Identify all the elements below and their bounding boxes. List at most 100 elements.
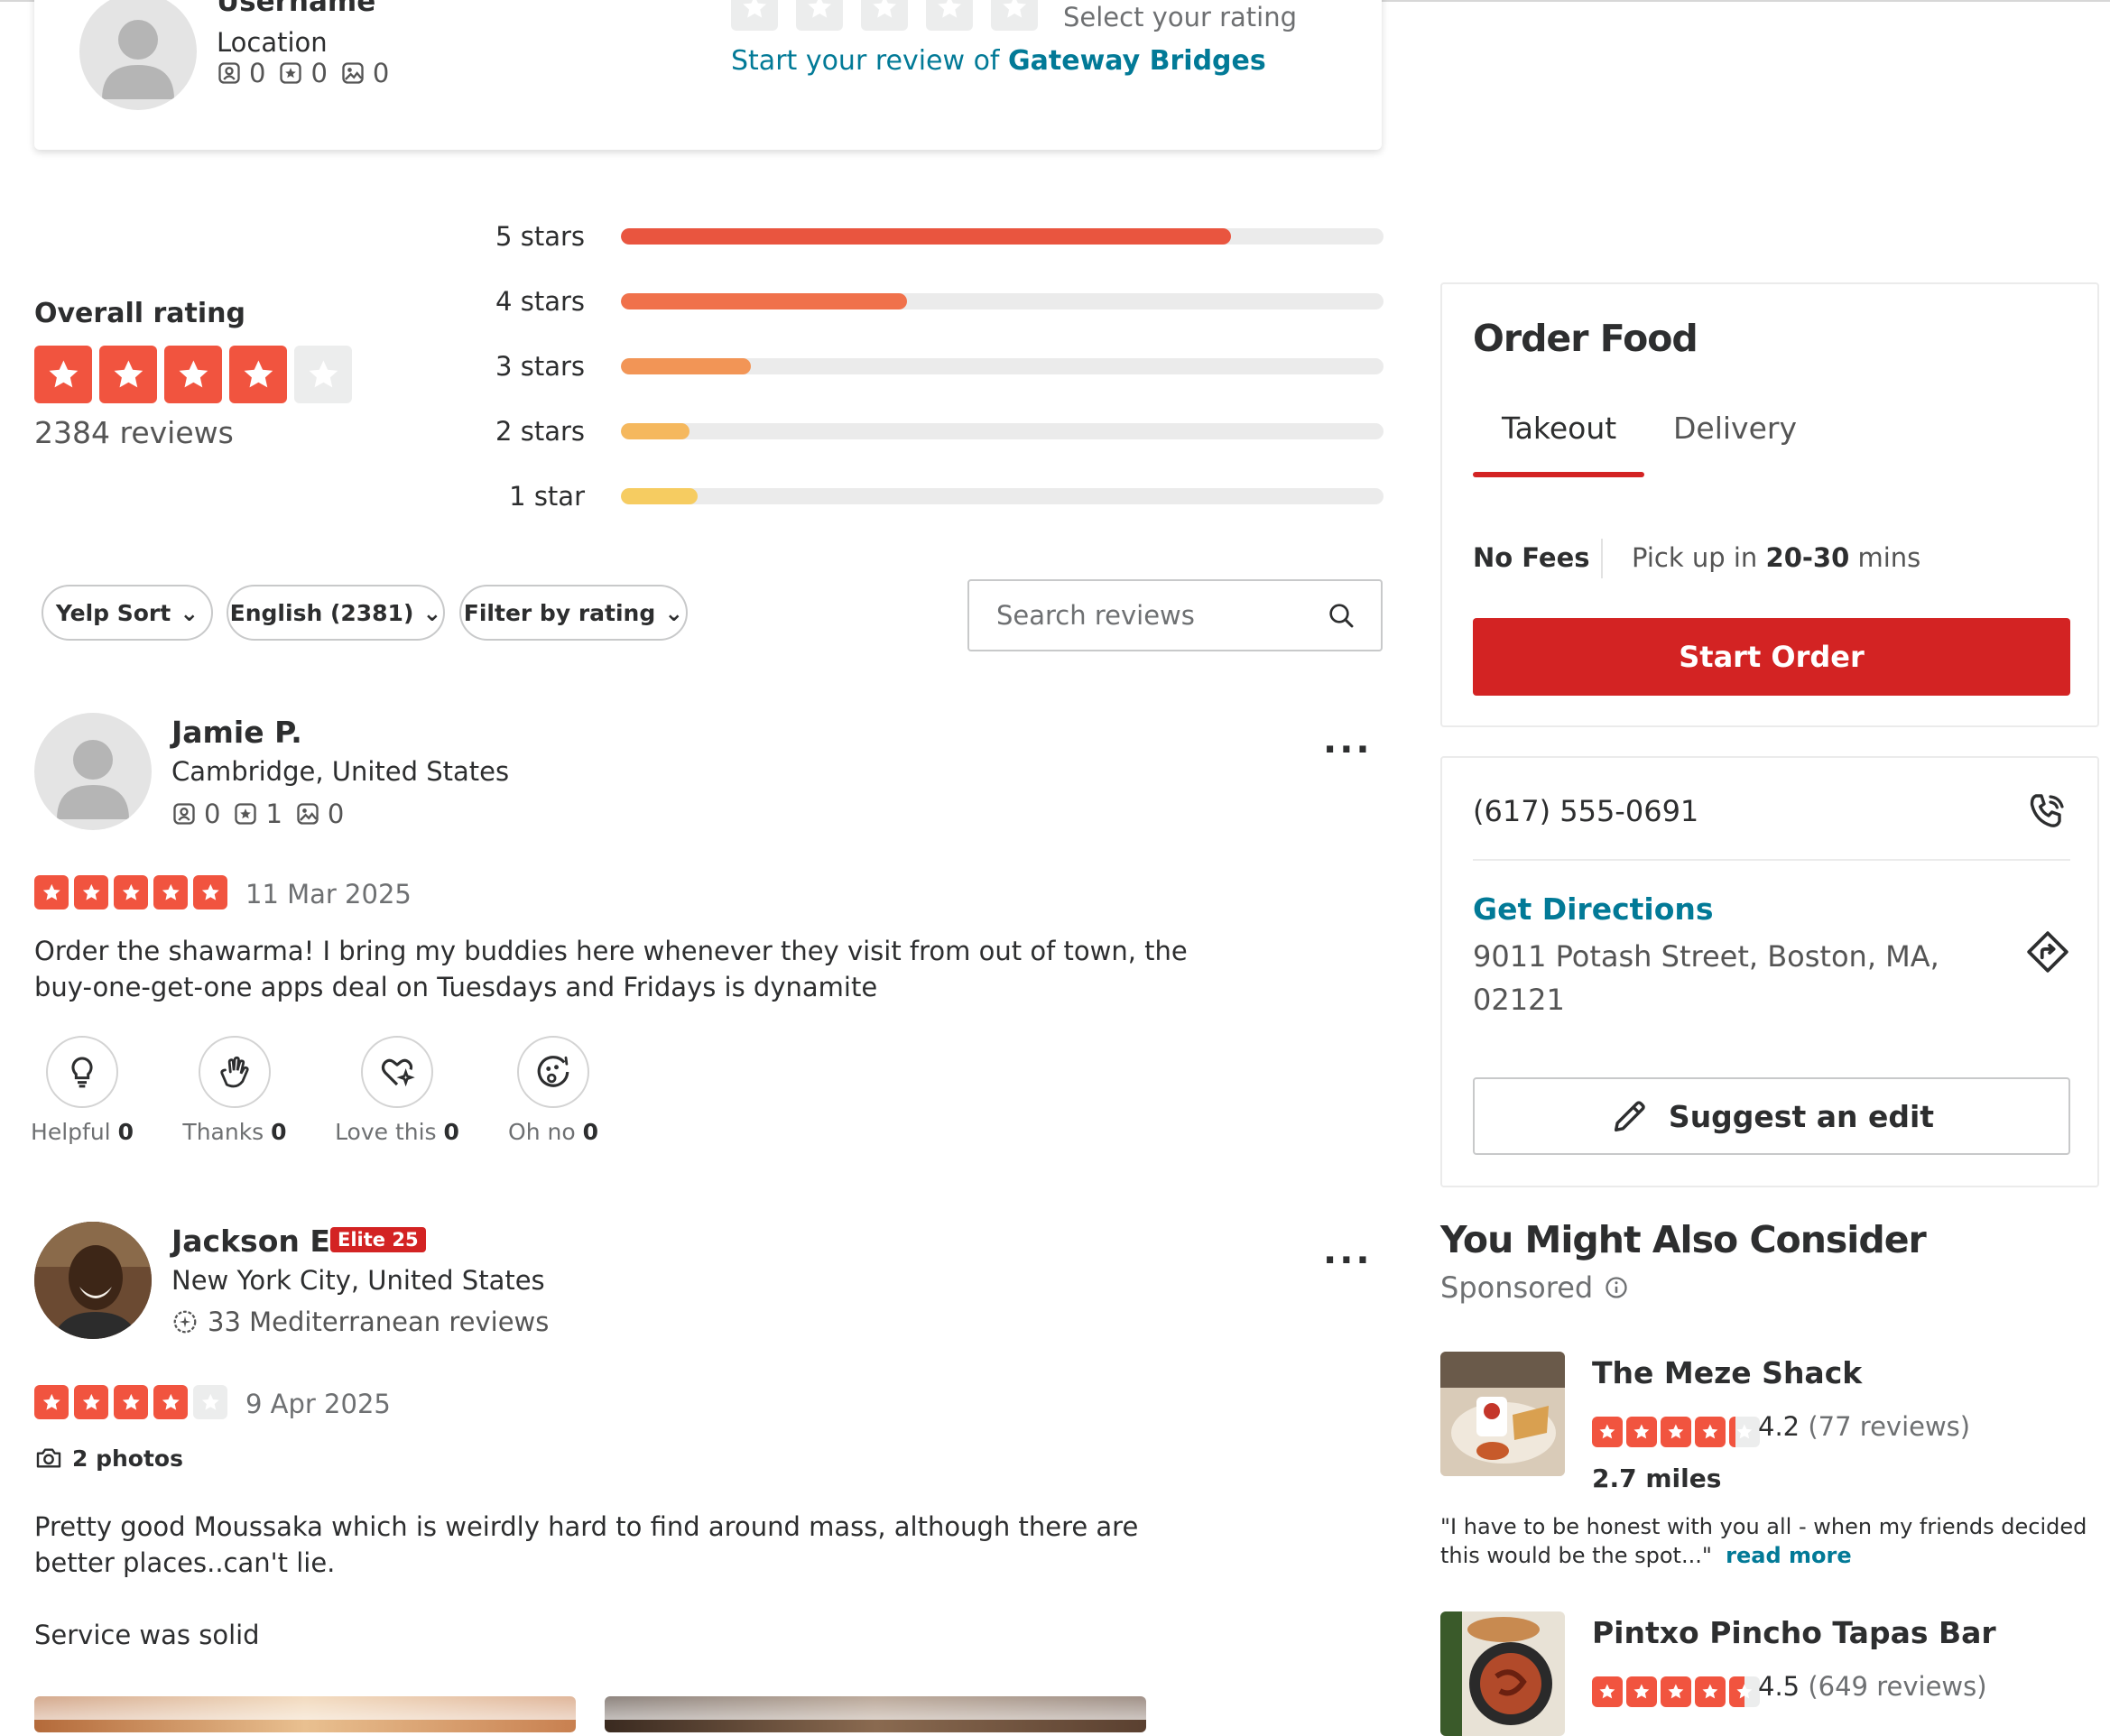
overall-stars (34, 346, 352, 403)
business-name[interactable]: Pintxo Pincho Tapas Bar (1592, 1615, 1996, 1650)
divider (1601, 539, 1603, 578)
rating-filter-dropdown[interactable]: Filter by rating ⌄ (459, 585, 688, 641)
star-icon (229, 346, 287, 403)
histogram-label: 1 star (509, 481, 585, 512)
star-icon (34, 346, 92, 403)
star-icon (1729, 1417, 1760, 1447)
shocked-face-icon (537, 1056, 569, 1087)
star-icon (34, 1385, 69, 1419)
rating-selector[interactable] (731, 0, 1038, 31)
reviewer-avatar[interactable] (34, 1222, 152, 1339)
star-icon (1592, 1417, 1623, 1447)
star-icon[interactable] (991, 0, 1038, 31)
chevron-down-icon: ⌄ (180, 599, 199, 626)
avatar (79, 0, 197, 110)
more-options-icon[interactable]: ··· (1323, 1240, 1373, 1281)
business-info-card: (617) 555-0691 Get Directions 9011 Potas… (1440, 756, 2099, 1187)
clapping-hands-icon (220, 1056, 249, 1088)
histogram-bar-fill (621, 423, 690, 439)
star-icon (1626, 1417, 1657, 1447)
business-thumbnail[interactable] (1440, 1611, 1565, 1736)
select-rating-label: Select your rating (1063, 2, 1298, 32)
more-options-icon[interactable]: ··· (1323, 729, 1373, 771)
histogram-bar (621, 358, 1384, 374)
reviewer-avatar[interactable] (34, 713, 152, 830)
reviewer-name[interactable]: Jamie P. (171, 715, 302, 750)
thanks-reaction[interactable]: Thanks 0 (180, 1036, 289, 1145)
histogram-row: 5 stars (486, 221, 1384, 252)
star-icon (1729, 1676, 1760, 1707)
camera-icon (36, 1448, 61, 1468)
business-thumbnail[interactable] (1440, 1352, 1565, 1476)
star-icon (153, 1385, 188, 1419)
star-icon (114, 875, 148, 910)
star-icon (1695, 1676, 1726, 1707)
histogram-row: 4 stars (486, 286, 1384, 317)
start-review-link[interactable]: Start your review of Gateway Bridges (731, 45, 1266, 77)
elite-badge: Elite 25 (330, 1227, 426, 1252)
phone-icon[interactable] (2025, 790, 2068, 834)
order-food-card: Order Food Takeout Delivery No Fees Pick… (1440, 282, 2099, 727)
photos-link[interactable]: 2 photos (34, 1444, 183, 1473)
histogram-label: 5 stars (495, 221, 585, 252)
review-count: 2384 reviews (34, 415, 234, 450)
get-directions-link[interactable]: Get Directions (1473, 891, 1714, 927)
star-badge-icon (280, 62, 302, 84)
read-more-link[interactable]: read more (1726, 1543, 1851, 1568)
business-stars (1592, 1417, 1760, 1447)
star-icon (164, 346, 222, 403)
username: Username (217, 0, 376, 18)
overall-rating-heading: Overall rating (34, 298, 245, 329)
info-icon[interactable] (1604, 1275, 1629, 1300)
start-order-button[interactable]: Start Order (1473, 618, 2070, 696)
star-icon (99, 346, 157, 403)
address: 9011 Potash Street, Boston, MA, 02121 (1473, 939, 1939, 1017)
histogram-bar (621, 293, 1384, 309)
review-text: Pretty good Moussaka which is weirdly ha… (34, 1511, 1139, 1578)
chevron-down-icon: ⌄ (422, 599, 442, 626)
reviewer-name[interactable]: Jackson E. (171, 1224, 341, 1259)
language-dropdown[interactable]: English (2381) ⌄ (227, 585, 445, 641)
star-icon[interactable] (926, 0, 973, 31)
business-name[interactable]: The Meze Shack (1592, 1355, 1862, 1390)
star-icon (1661, 1676, 1691, 1707)
reviewer-location: New York City, United States (171, 1265, 545, 1296)
star-icon (1695, 1417, 1726, 1447)
star-icon[interactable] (731, 0, 778, 31)
search-reviews-input[interactable]: Search reviews (967, 579, 1383, 651)
star-icon (114, 1385, 148, 1419)
star-icon (193, 875, 227, 910)
star-icon (294, 346, 352, 403)
review-text-continued: Service was solid (34, 1620, 260, 1650)
star-icon (1626, 1676, 1657, 1707)
business-rating: 4.2 (77 reviews) (1758, 1411, 1971, 1442)
sort-dropdown[interactable]: Yelp Sort ⌄ (42, 585, 213, 641)
review-date: 11 Mar 2025 (245, 879, 412, 910)
business-rating: 4.5 (649 reviews) (1758, 1671, 1987, 1702)
directions-icon[interactable] (2025, 929, 2070, 974)
review-text: Order the shawarma! I bring my buddies h… (34, 936, 1188, 1002)
heart-sparkle-icon (381, 1058, 415, 1087)
histogram-bar (621, 488, 1384, 504)
histogram-bar-fill (621, 488, 698, 504)
star-icon (193, 1385, 227, 1419)
business-quote: "I have to be honest with you all - when… (1440, 1514, 2087, 1568)
write-review-card: Username Location 0 0 0 Select your rati… (34, 0, 1382, 150)
tab-takeout[interactable]: Takeout (1502, 411, 1616, 446)
no-fees: No Fees (1473, 542, 1590, 573)
order-food-title: Order Food (1473, 317, 1698, 360)
helpful-reaction[interactable]: Helpful 0 (31, 1036, 134, 1145)
star-icon[interactable] (796, 0, 843, 31)
star-icon (1661, 1417, 1691, 1447)
histogram-label: 4 stars (495, 286, 585, 317)
love-this-reaction[interactable]: Love this 0 (335, 1036, 459, 1145)
star-icon[interactable] (861, 0, 908, 31)
star-icon (74, 1385, 108, 1419)
star-badge-icon (235, 803, 257, 825)
phone-number[interactable]: (617) 555-0691 (1473, 794, 1698, 828)
histogram-bar (621, 423, 1384, 439)
oh-no-reaction[interactable]: Oh no 0 (500, 1036, 606, 1145)
tab-delivery[interactable]: Delivery (1673, 411, 1797, 446)
suggest-edit-button[interactable]: Suggest an edit (1473, 1077, 2070, 1155)
divider (1473, 859, 2070, 861)
